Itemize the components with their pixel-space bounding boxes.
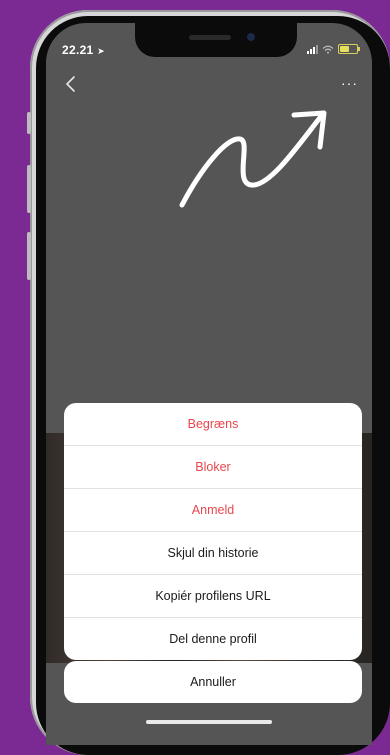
action-sheet: Begræns Bloker Anmeld Skjul din historie…: [64, 403, 362, 660]
report-option[interactable]: Anmeld: [64, 488, 362, 531]
volume-down-button: [27, 232, 31, 280]
cellular-signal-icon: [307, 44, 318, 54]
back-chevron-icon[interactable]: [63, 75, 79, 93]
status-time-text: 22.21: [62, 43, 94, 57]
copy-profile-url-option[interactable]: Kopiér profilens URL: [64, 574, 362, 617]
volume-up-button: [27, 165, 31, 213]
location-arrow-icon: ➤: [97, 46, 106, 56]
status-icons: [307, 44, 360, 54]
status-time: 22.21 ➤: [62, 43, 105, 57]
mute-switch: [27, 112, 31, 134]
home-indicator[interactable]: [146, 720, 272, 724]
annotation-arrow-icon: [179, 110, 327, 208]
restrict-option[interactable]: Begræns: [64, 403, 362, 445]
screen: 22.21 ➤ ··· Begræns Bloker Anmeld Skjul …: [46, 23, 372, 745]
cancel-button[interactable]: Annuller: [64, 661, 362, 703]
notch: [135, 23, 297, 57]
block-option[interactable]: Bloker: [64, 445, 362, 488]
speaker: [189, 35, 231, 40]
wifi-icon: [322, 45, 334, 54]
camera: [247, 33, 255, 41]
hide-story-option[interactable]: Skjul din historie: [64, 531, 362, 574]
share-profile-option[interactable]: Del denne profil: [64, 617, 362, 660]
more-options-button[interactable]: ···: [341, 75, 358, 91]
battery-icon: [338, 44, 360, 54]
